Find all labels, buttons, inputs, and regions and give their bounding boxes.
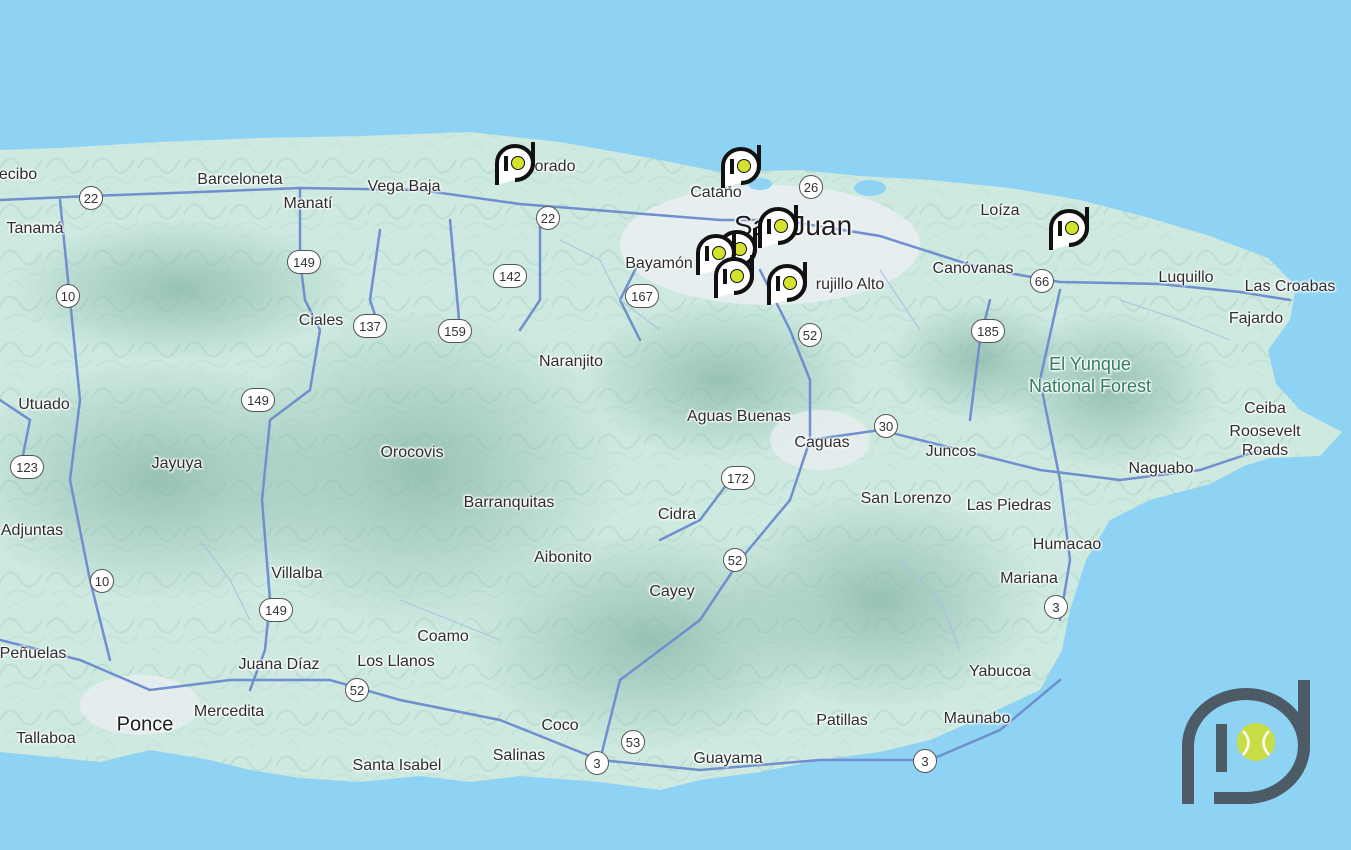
- place-label: Bayamón: [625, 255, 693, 272]
- court-marker-icon[interactable]: [763, 259, 811, 307]
- place-label: Patillas: [816, 712, 868, 729]
- place-label: Coamo: [417, 628, 469, 645]
- court-marker-icon[interactable]: [754, 202, 802, 250]
- place-label: Ciales: [298, 312, 344, 329]
- place-label: Aibonito: [534, 549, 592, 566]
- place-label: Las Croabas: [1244, 278, 1336, 295]
- place-label: Ceiba: [1244, 400, 1286, 417]
- place-label: Caguas: [794, 434, 850, 451]
- route-shield: 3: [585, 751, 609, 775]
- place-label: Barranquitas: [463, 494, 555, 511]
- place-label: Orocovis: [380, 444, 444, 461]
- place-label: rujillo Alto: [815, 276, 885, 293]
- place-label: Los Llanos: [357, 653, 435, 670]
- route-shield: 52: [798, 323, 822, 347]
- route-shield: 137: [353, 314, 387, 338]
- place-label: Jayuya: [151, 455, 203, 472]
- route-shield: 22: [79, 186, 103, 210]
- route-shield: 149: [287, 250, 321, 274]
- route-shield: 149: [259, 598, 293, 622]
- city-label-ponce: Ponce: [116, 713, 174, 736]
- place-label: Naguabo: [1128, 460, 1194, 477]
- route-shield: 185: [971, 319, 1005, 343]
- route-shield: 52: [723, 548, 747, 572]
- route-shield: 3: [913, 749, 937, 773]
- court-marker-icon[interactable]: [710, 252, 758, 300]
- route-shield: 10: [90, 569, 114, 593]
- place-label: Juncos: [925, 443, 977, 460]
- place-label: San Lorenzo: [860, 490, 952, 507]
- place-label: Manatí: [283, 195, 333, 212]
- place-label: Loíza: [980, 202, 1020, 219]
- route-shield: 167: [625, 284, 659, 308]
- place-label: Fajardo: [1228, 310, 1284, 327]
- route-shield: 123: [10, 455, 44, 479]
- place-label: Luquillo: [1158, 269, 1214, 286]
- place-label: Barceloneta: [197, 171, 283, 188]
- route-shield: 10: [56, 284, 80, 308]
- route-shield: 66: [1030, 269, 1054, 293]
- place-label: Salinas: [492, 747, 546, 764]
- route-shield: 26: [799, 175, 823, 199]
- place-label: Santa Isabel: [352, 757, 442, 774]
- route-shield: 52: [345, 678, 369, 702]
- place-label-roosevelt-roads: Roosevelt Roads: [1229, 423, 1301, 459]
- park-label-el-yunque: El Yunque National Forest: [1028, 354, 1152, 396]
- place-label: Cayey: [649, 583, 695, 600]
- place-label: Coco: [541, 717, 579, 734]
- place-label: Peñuelas: [0, 645, 67, 662]
- route-shield: 53: [621, 730, 645, 754]
- route-shield: 142: [493, 264, 527, 288]
- place-label: Tanamá: [6, 220, 64, 237]
- map-view[interactable]: San Juan Barceloneta Vega Baja orado Cat…: [0, 0, 1351, 850]
- court-marker-icon[interactable]: [717, 142, 765, 190]
- court-marker-icon[interactable]: [1045, 204, 1093, 252]
- place-label: ecibo: [0, 166, 38, 183]
- route-shield: 149: [241, 388, 275, 412]
- pd-tennis-ball-logo: [1182, 680, 1310, 804]
- place-label: Humacao: [1032, 536, 1102, 553]
- place-label: Aguas Buenas: [686, 408, 792, 425]
- place-label: Adjuntas: [0, 522, 64, 539]
- place-label: Vega Baja: [367, 178, 441, 195]
- place-label: Tallaboa: [16, 730, 76, 747]
- place-label: Juana Díaz: [238, 656, 320, 673]
- court-marker-icon[interactable]: [491, 139, 539, 187]
- place-label: Villalba: [271, 565, 323, 582]
- place-label: Naranjito: [538, 353, 604, 370]
- place-label: Cidra: [657, 506, 697, 523]
- route-shield: 3: [1044, 595, 1068, 619]
- place-label: Yabucoa: [969, 663, 1031, 680]
- place-label: Canóvanas: [932, 260, 1014, 277]
- route-shield: 22: [536, 206, 560, 230]
- place-label: Las Piedras: [966, 497, 1052, 514]
- place-label: Maunabo: [943, 710, 1011, 727]
- place-label: Mercedita: [193, 703, 265, 720]
- place-label: Utuado: [18, 396, 70, 413]
- place-label: Mariana: [1000, 570, 1058, 587]
- route-shield: 172: [721, 466, 755, 490]
- place-label: orado: [534, 158, 576, 175]
- route-shield: 30: [874, 414, 898, 438]
- place-label: Guayama: [693, 750, 763, 767]
- route-shield: 159: [438, 319, 472, 343]
- map-base: [0, 0, 1351, 850]
